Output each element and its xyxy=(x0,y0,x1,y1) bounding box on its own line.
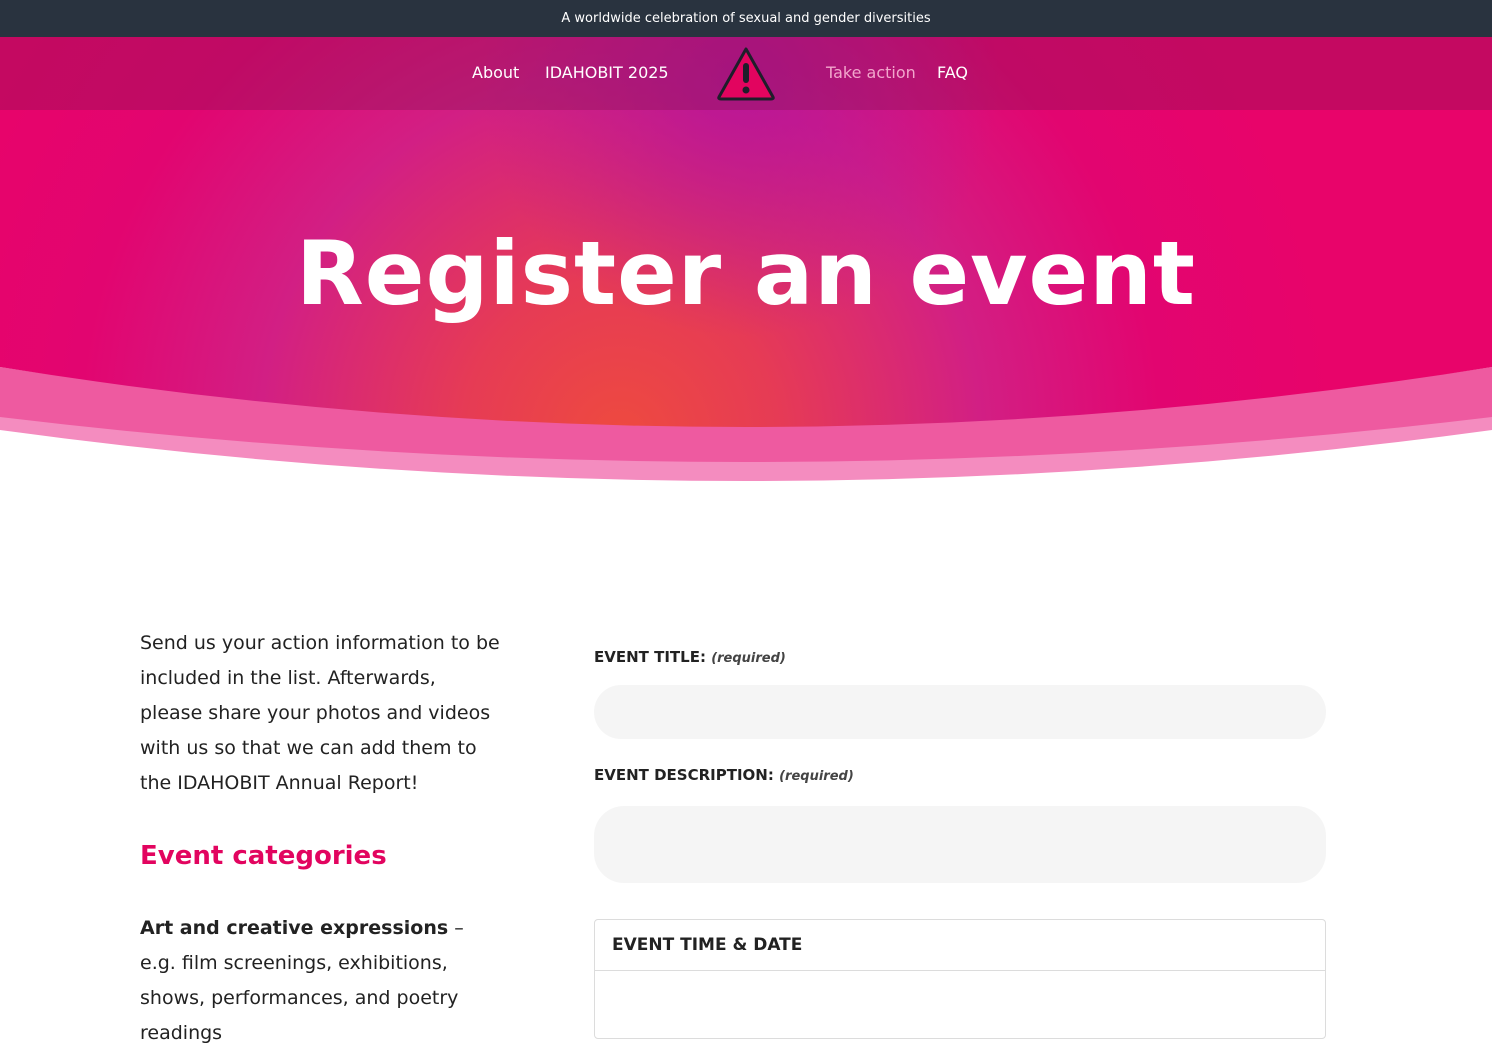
main-navigation: About IDAHOBIT 2025 Take action FAQ xyxy=(0,37,1492,110)
nav-about[interactable]: About xyxy=(472,63,519,82)
nav-take-action[interactable]: Take action xyxy=(826,63,916,82)
event-description-label: EVENT DESCRIPTION: (required) xyxy=(594,764,1326,788)
event-time-date-heading: EVENT TIME & DATE xyxy=(595,920,1325,971)
register-event-form: EVENT TITLE: (required) EVENT DESCRIPTIO… xyxy=(594,646,1326,1039)
category-name: Art and creative expressions xyxy=(140,917,449,939)
page-title: Register an event xyxy=(296,222,1196,325)
nav-faq[interactable]: FAQ xyxy=(937,63,968,82)
event-title-label: EVENT TITLE: (required) xyxy=(594,646,1326,670)
top-announcement-bar: A worldwide celebration of sexual and ge… xyxy=(0,0,1492,37)
event-time-date-panel: EVENT TIME & DATE xyxy=(594,919,1326,1039)
event-title-input[interactable] xyxy=(594,685,1326,739)
required-marker: (required) xyxy=(779,769,854,784)
tagline: A worldwide celebration of sexual and ge… xyxy=(561,11,931,26)
event-title-label-text: EVENT TITLE: xyxy=(594,648,706,666)
event-description-textarea[interactable] xyxy=(594,806,1326,883)
event-description-label-text: EVENT DESCRIPTION: xyxy=(594,766,774,784)
warning-triangle-icon[interactable] xyxy=(716,45,776,101)
category-description: Art and creative expressions – e.g. film… xyxy=(140,911,500,1051)
intro-column: Send us your action information to be in… xyxy=(140,626,500,1051)
intro-text: Send us your action information to be in… xyxy=(140,632,500,794)
required-marker: (required) xyxy=(711,651,786,666)
event-categories-heading: Event categories xyxy=(140,841,387,871)
nav-idahobit-2025[interactable]: IDAHOBIT 2025 xyxy=(545,63,669,82)
